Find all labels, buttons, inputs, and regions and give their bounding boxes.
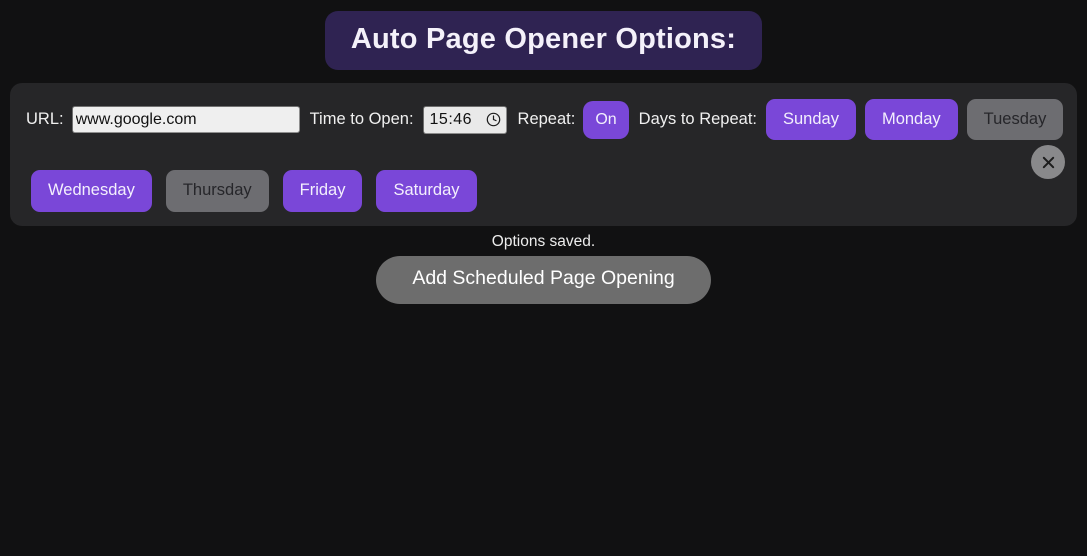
day-button-monday[interactable]: Monday	[864, 98, 958, 141]
clock-icon[interactable]	[486, 112, 501, 127]
close-button[interactable]	[1031, 145, 1065, 179]
options-row-secondary: Wednesday Thursday Friday Saturday	[10, 156, 1077, 226]
days-to-repeat-label: Days to Repeat:	[638, 110, 757, 128]
page-header: Auto Page Opener Options:	[0, 0, 1087, 70]
add-button-container: Add Scheduled Page Opening	[0, 256, 1087, 304]
repeat-label: Repeat:	[517, 110, 576, 128]
day-button-thursday[interactable]: Thursday	[165, 170, 269, 212]
close-icon	[1042, 156, 1054, 168]
page-title: Auto Page Opener Options:	[324, 11, 763, 70]
day-button-sunday[interactable]: Sunday	[765, 98, 856, 141]
app-root: Auto Page Opener Options: URL: Time to O…	[0, 0, 1087, 556]
day-button-tuesday[interactable]: Tuesday	[966, 98, 1064, 141]
url-input[interactable]	[71, 106, 300, 133]
options-row-primary: URL: Time to Open: 15:46 Repeat: On Days…	[10, 83, 1077, 156]
time-to-open-label: Time to Open:	[309, 110, 414, 128]
time-input-value: 15:46	[429, 110, 473, 128]
add-scheduled-page-opening-button[interactable]: Add Scheduled Page Opening	[376, 256, 711, 304]
day-button-saturday[interactable]: Saturday	[376, 170, 477, 212]
options-panel: URL: Time to Open: 15:46 Repeat: On Days…	[10, 83, 1077, 226]
day-button-friday[interactable]: Friday	[282, 170, 363, 212]
repeat-toggle-button[interactable]: On	[583, 100, 629, 139]
time-input[interactable]: 15:46	[422, 105, 507, 134]
url-label: URL:	[26, 110, 64, 128]
day-button-wednesday[interactable]: Wednesday	[31, 170, 152, 212]
status-message: Options saved.	[491, 233, 596, 250]
